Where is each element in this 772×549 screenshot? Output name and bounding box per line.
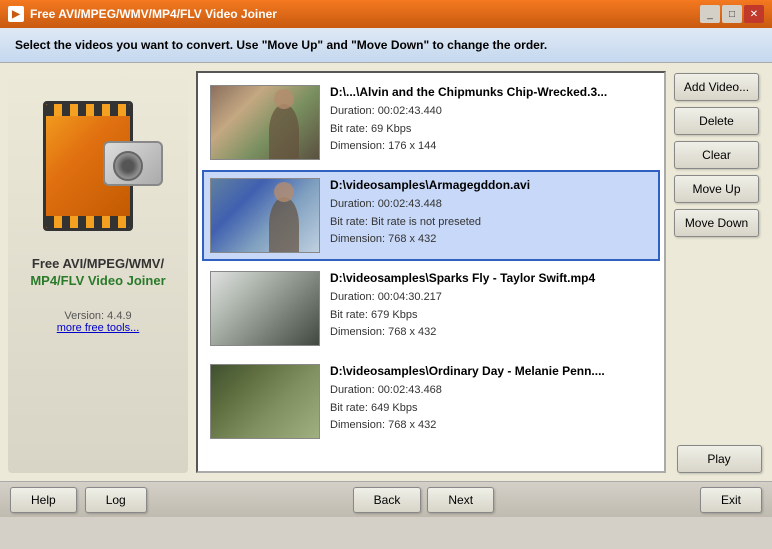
video-list-item[interactable]: D:\videosamples\Sparks Fly - Taylor Swif…: [202, 263, 660, 354]
video-name: D:\videosamples\Ordinary Day - Melanie P…: [330, 364, 652, 378]
exit-button[interactable]: Exit: [700, 487, 762, 513]
app-title-line1: Free AVI/MPEG/WMV/: [30, 256, 165, 273]
video-list-item[interactable]: D:\videosamples\Ordinary Day - Melanie P…: [202, 356, 660, 447]
app-title-line2: MP4/FLV Video Joiner: [30, 273, 165, 290]
video-details: Duration: 00:02:43.448Bit rate: Bit rate…: [330, 196, 652, 249]
video-info: D:\videosamples\Ordinary Day - Melanie P…: [330, 364, 652, 435]
version-text: Version: 4.4.9: [64, 310, 131, 322]
instruction-text: Select the videos you want to convert. U…: [15, 38, 547, 52]
video-details: Duration: 00:02:43.468Bit rate: 649 Kbps…: [330, 382, 652, 435]
window-controls: _ □ ✕: [700, 5, 764, 23]
left-panel: Free AVI/MPEG/WMV/ MP4/FLV Video Joiner …: [8, 71, 188, 473]
video-info: D:\videosamples\Sparks Fly - Taylor Swif…: [330, 271, 652, 342]
next-button[interactable]: Next: [427, 487, 494, 513]
help-button[interactable]: Help: [10, 487, 77, 513]
app-title: Free AVI/MPEG/WMV/ MP4/FLV Video Joiner: [30, 256, 165, 290]
move-up-button[interactable]: Move Up: [674, 175, 759, 203]
title-bar-text: Free AVI/MPEG/WMV/MP4/FLV Video Joiner: [30, 7, 694, 21]
content-area: Free AVI/MPEG/WMV/ MP4/FLV Video Joiner …: [0, 63, 772, 481]
video-name: D:\...\Alvin and the Chipmunks Chip-Wrec…: [330, 85, 652, 99]
main-window: Select the videos you want to convert. U…: [0, 28, 772, 517]
video-list-panel[interactable]: D:\...\Alvin and the Chipmunks Chip-Wrec…: [196, 71, 666, 473]
video-thumbnail: [210, 364, 320, 439]
title-bar: ▶ Free AVI/MPEG/WMV/MP4/FLV Video Joiner…: [0, 0, 772, 28]
film-camera-icon: [103, 141, 163, 186]
video-thumbnail: [210, 271, 320, 346]
video-info: D:\...\Alvin and the Chipmunks Chip-Wrec…: [330, 85, 652, 156]
minimize-button[interactable]: _: [700, 5, 720, 23]
delete-button[interactable]: Delete: [674, 107, 759, 135]
app-icon: ▶: [8, 6, 24, 22]
video-list-item[interactable]: D:\videosamples\Armagegddon.avi Duration:…: [202, 170, 660, 261]
back-button[interactable]: Back: [353, 487, 422, 513]
video-list-item[interactable]: D:\...\Alvin and the Chipmunks Chip-Wrec…: [202, 77, 660, 168]
play-button[interactable]: Play: [677, 445, 762, 473]
video-details: Duration: 00:04:30.217Bit rate: 679 Kbps…: [330, 289, 652, 342]
maximize-button[interactable]: □: [722, 5, 742, 23]
nav-group: Back Next: [353, 487, 494, 513]
video-thumbnail: [210, 85, 320, 160]
add-video-button[interactable]: Add Video...: [674, 73, 759, 101]
logo-graphic: [33, 91, 163, 241]
more-tools-link[interactable]: more free tools...: [57, 322, 140, 334]
close-button[interactable]: ✕: [744, 5, 764, 23]
clear-button[interactable]: Clear: [674, 141, 759, 169]
bottom-toolbar: Help Log Back Next Exit: [0, 481, 772, 517]
video-info: D:\videosamples\Armagegddon.avi Duration:…: [330, 178, 652, 249]
instruction-bar: Select the videos you want to convert. U…: [0, 28, 772, 63]
video-thumbnail: [210, 178, 320, 253]
video-details: Duration: 00:02:43.440Bit rate: 69 KbpsD…: [330, 103, 652, 156]
video-name: D:\videosamples\Sparks Fly - Taylor Swif…: [330, 271, 652, 285]
log-button[interactable]: Log: [85, 487, 147, 513]
action-buttons-panel: Add Video... Delete Clear Move Up Move D…: [674, 71, 764, 473]
move-down-button[interactable]: Move Down: [674, 209, 759, 237]
video-name: D:\videosamples\Armagegddon.avi: [330, 178, 652, 192]
